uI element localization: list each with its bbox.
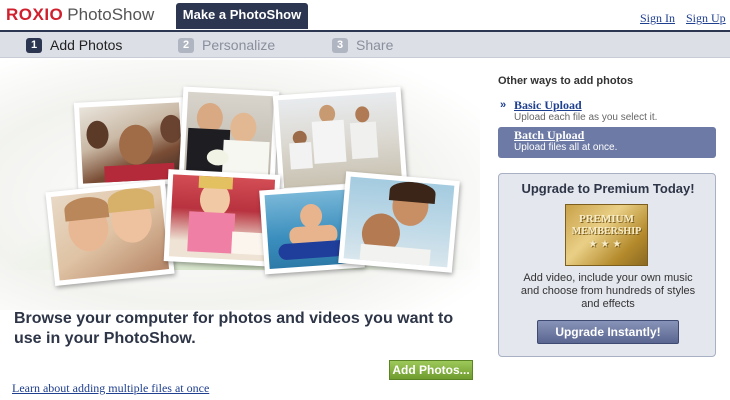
batch-upload-desc: Upload files all at once. bbox=[514, 142, 618, 153]
badge-stars-icon: ★★★ bbox=[588, 239, 625, 250]
learn-multiple-files-link[interactable]: Learn about adding multiple files at onc… bbox=[12, 381, 209, 396]
basic-upload-link[interactable]: Basic Upload bbox=[514, 99, 716, 112]
badge-line-2: MEMBERSHIP bbox=[571, 226, 642, 237]
basic-upload-desc: Upload each file as you select it. bbox=[514, 112, 658, 123]
step-label: Share bbox=[356, 37, 394, 53]
sign-in-link[interactable]: Sign In bbox=[640, 11, 675, 26]
step-personalize[interactable]: 2 Personalize bbox=[178, 35, 275, 55]
upgrade-instantly-button[interactable]: Upgrade Instantly! bbox=[537, 320, 679, 344]
tab-make-photoshow[interactable]: Make a PhotoShow bbox=[176, 3, 308, 29]
top-bar: ROXIO PhotoShow Make a PhotoShow Sign In … bbox=[0, 0, 730, 30]
step-number: 2 bbox=[178, 37, 194, 53]
other-ways-heading: Other ways to add photos bbox=[498, 75, 634, 87]
premium-panel: Upgrade to Premium Today! PREMIUM MEMBER… bbox=[498, 173, 716, 357]
double-chevron-icon: » bbox=[500, 99, 507, 111]
step-label: Add Photos bbox=[50, 37, 123, 53]
step-label: Personalize bbox=[202, 37, 276, 53]
add-photos-button[interactable]: Add Photos... bbox=[389, 360, 473, 380]
premium-description: Add video, include your own music and ch… bbox=[520, 272, 696, 310]
premium-heading: Upgrade to Premium Today! bbox=[521, 181, 695, 196]
browse-instructions: Browse your computer for photos and vide… bbox=[14, 310, 454, 347]
badge-line-1: PREMIUM bbox=[579, 213, 634, 225]
basic-upload-option[interactable]: » Basic Upload Upload each file as you s… bbox=[498, 97, 716, 128]
step-share[interactable]: 3 Share bbox=[332, 35, 393, 55]
logo[interactable]: ROXIO PhotoShow bbox=[6, 5, 154, 25]
sign-up-link[interactable]: Sign Up bbox=[686, 11, 726, 26]
brand-name: ROXIO bbox=[6, 5, 64, 24]
photo-wedding bbox=[178, 86, 280, 184]
batch-upload-link[interactable]: Batch Upload bbox=[514, 129, 716, 142]
photo-couple bbox=[338, 171, 460, 273]
premium-membership-badge: PREMIUM MEMBERSHIP ★★★ bbox=[565, 204, 648, 266]
step-number: 1 bbox=[26, 37, 42, 53]
batch-upload-option[interactable]: Batch Upload Upload files all at once. bbox=[498, 127, 716, 158]
product-name: PhotoShow bbox=[67, 5, 155, 24]
step-add-photos[interactable]: 1 Add Photos bbox=[26, 35, 122, 55]
step-bar: 1 Add Photos 2 Personalize 3 Share bbox=[0, 30, 730, 58]
step-number: 3 bbox=[332, 37, 348, 53]
photo-mother-daughter bbox=[45, 179, 175, 287]
